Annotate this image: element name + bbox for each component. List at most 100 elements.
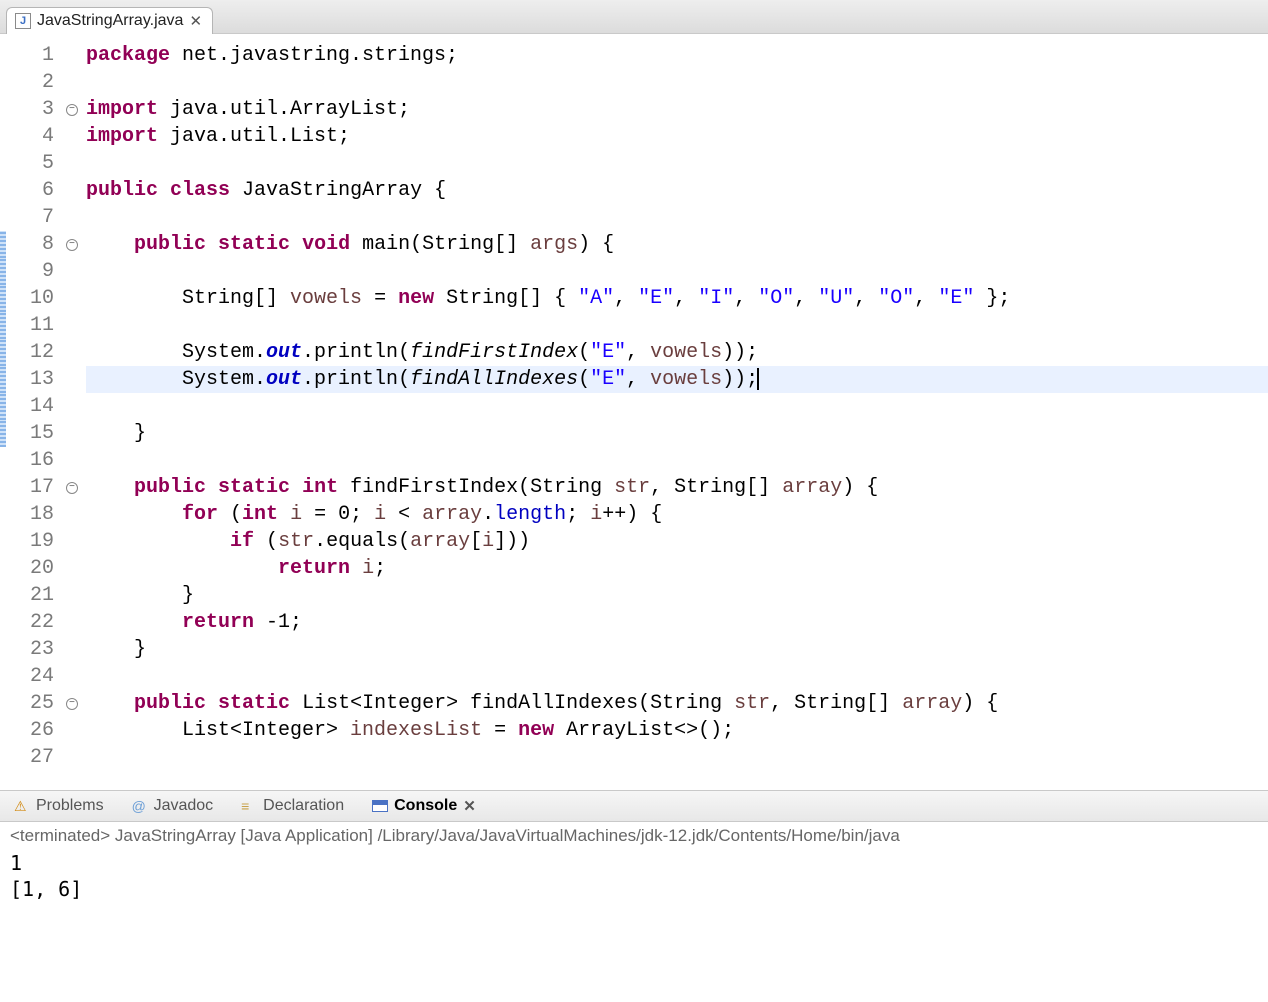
line-number: 27 [6, 744, 60, 771]
fold-toggle [62, 528, 82, 555]
fold-toggle [62, 204, 82, 231]
fold-toggle [62, 717, 82, 744]
line-number: 26 [6, 717, 60, 744]
code-line[interactable]: return i; [86, 555, 1268, 582]
fold-toggle [62, 366, 82, 393]
code-line[interactable]: } [86, 636, 1268, 663]
line-number: 1 [6, 42, 60, 69]
fold-toggle[interactable]: − [62, 96, 82, 123]
code-line[interactable]: System.out.println(findAllIndexes("E", v… [86, 366, 1268, 393]
tab-javadoc[interactable]: Javadoc [126, 795, 220, 817]
console-output-line: [1, 6] [10, 876, 1258, 902]
code-line[interactable] [86, 663, 1268, 690]
code-area[interactable]: package net.javastring.strings; import ja… [82, 34, 1268, 790]
tab-problems-label: Problems [36, 797, 104, 815]
code-line[interactable]: } [86, 420, 1268, 447]
code-line[interactable]: String[] vowels = new String[] { "A", "E… [86, 285, 1268, 312]
line-number: 9 [6, 258, 60, 285]
fold-column: − − − − [62, 34, 82, 790]
fold-toggle [62, 123, 82, 150]
fold-toggle [62, 582, 82, 609]
fold-toggle[interactable]: − [62, 231, 82, 258]
code-line[interactable]: public static void main(String[] args) { [86, 231, 1268, 258]
fold-toggle [62, 663, 82, 690]
code-line[interactable] [86, 447, 1268, 474]
fold-toggle [62, 636, 82, 663]
fold-toggle [62, 393, 82, 420]
code-line[interactable]: public static List<Integer> findAllIndex… [86, 690, 1268, 717]
line-number: 21 [6, 582, 60, 609]
line-number: 17 [6, 474, 60, 501]
fold-toggle [62, 420, 82, 447]
code-line[interactable]: return -1; [86, 609, 1268, 636]
fold-toggle [62, 312, 82, 339]
tab-console-label: Console [394, 797, 457, 815]
code-line[interactable] [86, 204, 1268, 231]
console-output: 1[1, 6] [10, 850, 1258, 902]
fold-toggle[interactable]: − [62, 690, 82, 717]
line-number: 23 [6, 636, 60, 663]
code-line[interactable]: if (str.equals(array[i])) [86, 528, 1268, 555]
tab-declaration-label: Declaration [263, 797, 344, 815]
problems-icon [14, 798, 30, 814]
tab-declaration[interactable]: Declaration [235, 795, 350, 817]
line-number: 24 [6, 663, 60, 690]
fold-toggle [62, 339, 82, 366]
code-line[interactable] [86, 258, 1268, 285]
code-line[interactable]: for (int i = 0; i < array.length; i++) { [86, 501, 1268, 528]
close-icon[interactable]: ✕ [463, 797, 476, 815]
code-editor[interactable]: 1234567891011121314151617181920212223242… [0, 34, 1268, 790]
line-number: 5 [6, 150, 60, 177]
line-number: 20 [6, 555, 60, 582]
fold-toggle [62, 150, 82, 177]
line-number: 19 [6, 528, 60, 555]
tab-console[interactable]: Console ✕ [366, 795, 482, 817]
line-number: 4 [6, 123, 60, 150]
code-line[interactable] [86, 150, 1268, 177]
line-number-gutter: 1234567891011121314151617181920212223242… [6, 34, 62, 790]
fold-toggle [62, 69, 82, 96]
fold-toggle [62, 447, 82, 474]
line-number: 2 [6, 69, 60, 96]
code-line[interactable] [86, 312, 1268, 339]
line-number: 15 [6, 420, 60, 447]
code-line[interactable]: public static int findFirstIndex(String … [86, 474, 1268, 501]
declaration-icon [241, 798, 257, 814]
code-line[interactable]: import java.util.List; [86, 123, 1268, 150]
fold-toggle [62, 42, 82, 69]
code-line[interactable]: List<Integer> indexesList = new ArrayLis… [86, 717, 1268, 744]
tab-javadoc-label: Javadoc [154, 797, 214, 815]
javadoc-icon [132, 798, 148, 814]
fold-toggle [62, 258, 82, 285]
code-line[interactable]: System.out.println(findFirstIndex("E", v… [86, 339, 1268, 366]
code-line[interactable] [86, 69, 1268, 96]
line-number: 13 [6, 366, 60, 393]
line-number: 18 [6, 501, 60, 528]
fold-toggle [62, 609, 82, 636]
line-number: 8 [6, 231, 60, 258]
editor-tab-filename: JavaStringArray.java [37, 12, 183, 30]
console-icon [372, 800, 388, 812]
line-number: 10 [6, 285, 60, 312]
fold-toggle[interactable]: − [62, 474, 82, 501]
tab-problems[interactable]: Problems [8, 795, 110, 817]
close-icon[interactable]: ✕ [189, 12, 202, 30]
line-number: 12 [6, 339, 60, 366]
line-number: 25 [6, 690, 60, 717]
code-line[interactable] [86, 744, 1268, 771]
code-line[interactable]: public class JavaStringArray { [86, 177, 1268, 204]
code-line[interactable]: import java.util.ArrayList; [86, 96, 1268, 123]
console-output-line: 1 [10, 850, 1258, 876]
editor-tab-bar: J JavaStringArray.java ✕ [0, 0, 1268, 34]
fold-toggle [62, 177, 82, 204]
fold-toggle [62, 555, 82, 582]
line-number: 7 [6, 204, 60, 231]
editor-tab[interactable]: J JavaStringArray.java ✕ [6, 7, 213, 34]
line-number: 16 [6, 447, 60, 474]
line-number: 6 [6, 177, 60, 204]
code-line[interactable] [86, 393, 1268, 420]
fold-toggle [62, 285, 82, 312]
code-line[interactable]: } [86, 582, 1268, 609]
views-tab-bar: Problems Javadoc Declaration Console ✕ [0, 790, 1268, 822]
code-line[interactable]: package net.javastring.strings; [86, 42, 1268, 69]
